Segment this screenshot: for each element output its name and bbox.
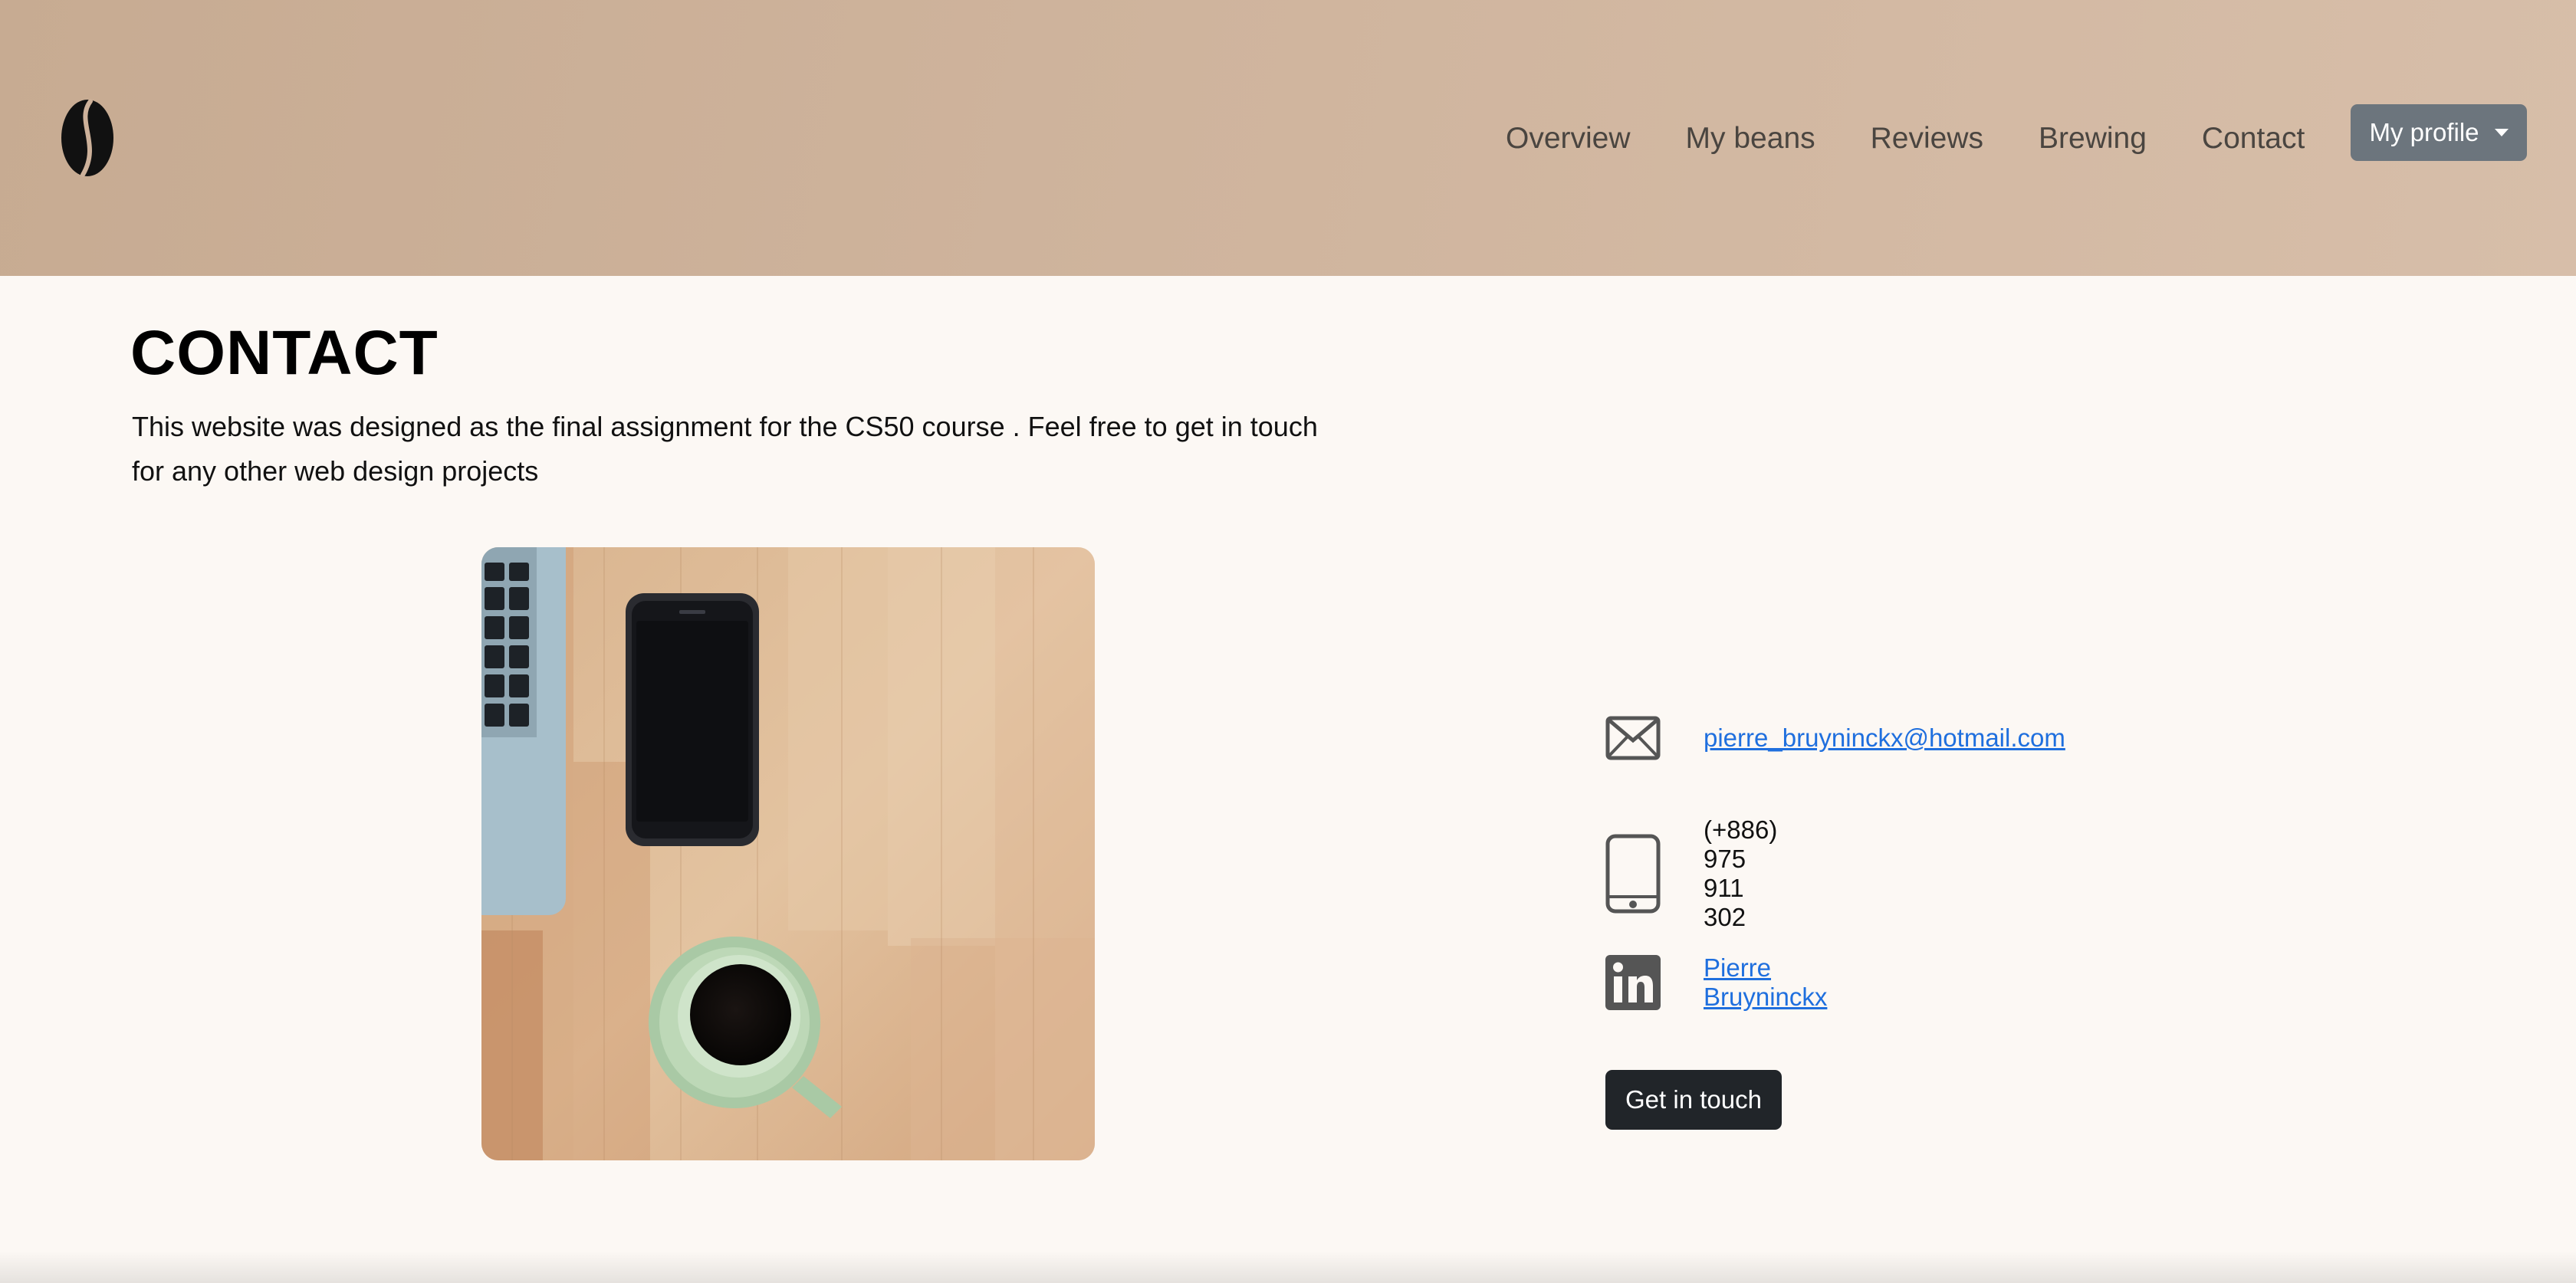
nav-brewing[interactable]: Brewing (2011, 118, 2174, 159)
linkedin-link[interactable]: Pierre Bruyninckx (1704, 953, 1827, 1012)
phone-icon (1605, 834, 1661, 914)
phone-number: (+886) 975 911 302 (1704, 815, 1778, 931)
main-nav: Overview My beans Reviews Brewing Contac… (1506, 118, 2332, 159)
nav-overview[interactable]: Overview (1506, 118, 1658, 159)
my-profile-label: My profile (2369, 118, 2479, 146)
intro-text: This website was designed as the final a… (132, 411, 1318, 487)
envelope-icon (1605, 716, 1661, 760)
site-header: Overview My beans Reviews Brewing Contac… (0, 0, 2576, 276)
contact-linkedin-row: Pierre Bruyninckx (1605, 953, 1827, 1012)
nav-contact[interactable]: Contact (2174, 118, 2332, 159)
footer-shadow (0, 1251, 2576, 1283)
desk-photo-illustration (481, 547, 1095, 1160)
contact-email-row: pierre_bruyninckx@hotmail.com (1605, 716, 2065, 760)
get-in-touch-button[interactable]: Get in touch (1605, 1070, 1782, 1130)
nav-reviews[interactable]: Reviews (1843, 118, 2011, 159)
coffee-bean-icon[interactable] (60, 98, 115, 178)
caret-down-icon (2494, 129, 2509, 136)
page-title: CONTACT (130, 318, 439, 388)
my-profile-dropdown-button[interactable]: My profile (2351, 104, 2527, 161)
desk-photo (481, 547, 1095, 1160)
nav-my-beans[interactable]: My beans (1658, 118, 1843, 159)
contact-phone-row: (+886) 975 911 302 (1605, 815, 1777, 932)
email-link[interactable]: pierre_bruyninckx@hotmail.com (1704, 724, 2065, 753)
linkedin-icon (1605, 955, 1661, 1010)
